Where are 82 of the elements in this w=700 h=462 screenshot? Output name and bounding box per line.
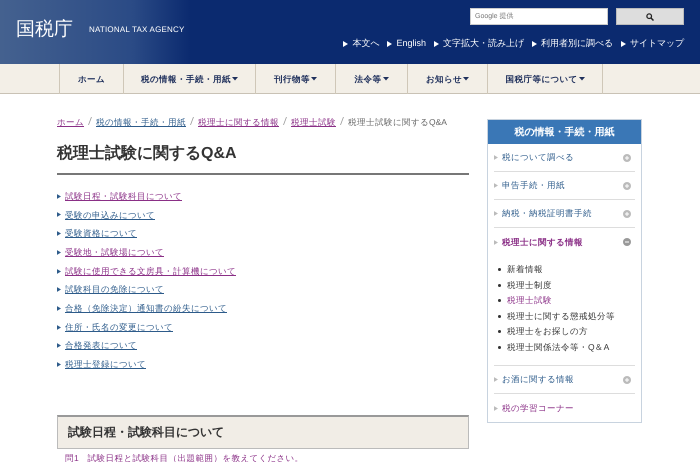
utility-link[interactable]: 本文へ xyxy=(352,37,380,50)
sidebar-sublink[interactable]: 税理士試験 xyxy=(507,294,552,308)
anchor-link[interactable]: 受験資格について xyxy=(65,227,137,240)
section-heading: 試験日程・試験科目について xyxy=(57,414,469,449)
anchor-link[interactable]: 合格（免除決定）通知書の紛失について xyxy=(65,302,227,315)
bullet-icon xyxy=(498,346,501,349)
expand-toggle-icon[interactable] xyxy=(623,154,631,162)
triangle-icon xyxy=(57,343,61,348)
site-logo[interactable]: 国税庁 xyxy=(16,16,73,44)
anchor-link[interactable]: 合格発表について xyxy=(65,339,137,352)
sidebar-link[interactable]: 納税・納税証明書手続 xyxy=(502,207,592,220)
triangle-icon xyxy=(434,40,439,47)
question-text: 問1 試験日程と試験科目（出題範囲）を教えてください。 xyxy=(64,452,305,462)
sidebar-link[interactable]: お酒に関する情報 xyxy=(502,373,574,386)
anchor-link[interactable]: 受験の申込みについて xyxy=(65,208,155,222)
bullet-icon xyxy=(498,330,501,334)
sidebar-sublink[interactable]: 税理士制度 xyxy=(507,278,552,292)
anchor-link[interactable]: 試験日程・試験科目について xyxy=(65,190,182,203)
triangle-icon xyxy=(57,287,61,292)
bullet-icon xyxy=(498,314,501,318)
utility-link[interactable]: English xyxy=(396,37,426,50)
triangle-icon xyxy=(57,231,61,236)
nav-menu-item[interactable]: 法令等 xyxy=(335,64,407,94)
nav-menu-item[interactable]: ホーム xyxy=(59,64,123,94)
triangle-icon xyxy=(494,155,498,160)
expand-toggle-icon[interactable] xyxy=(623,210,631,218)
sidebar-sublink[interactable]: 税理士関係法令等・Q＆A xyxy=(507,340,610,354)
sidebar-link[interactable]: 税理士に関する情報 xyxy=(502,236,583,248)
triangle-icon xyxy=(494,211,498,216)
breadcrumb-link[interactable]: 税理士試験 xyxy=(291,117,336,127)
slash-icon xyxy=(283,117,287,125)
sidebar-link[interactable]: 税の学習コーナー xyxy=(502,402,574,414)
bullet-icon xyxy=(498,268,501,272)
expand-toggle-icon[interactable] xyxy=(623,238,631,246)
search-icon xyxy=(646,12,654,20)
slash-icon xyxy=(190,117,194,125)
utility-link[interactable]: 文字拡大・読み上げ xyxy=(443,37,524,50)
triangle-icon xyxy=(57,250,61,255)
bullet-icon xyxy=(498,299,501,302)
triangle-icon xyxy=(57,212,61,218)
breadcrumb-link[interactable]: 税の情報・手続・用紙 xyxy=(96,117,186,127)
triangle-icon xyxy=(343,40,348,47)
nav-menu-item[interactable]: お知らせ xyxy=(407,64,487,94)
triangle-icon xyxy=(57,306,61,311)
breadcrumb-current: 税理士試験に関するQ&A xyxy=(348,117,447,127)
breadcrumb-link[interactable]: 税理士に関する情報 xyxy=(198,117,279,127)
sidebar-title: 税の情報・手続・用紙 xyxy=(488,120,641,144)
expand-toggle-icon[interactable] xyxy=(623,182,631,190)
triangle-icon xyxy=(494,183,498,188)
sidebar-link[interactable]: 申告手続・用紙 xyxy=(502,179,565,192)
sidebar-sublink[interactable]: 税理士に関する懲戒処分等 xyxy=(507,310,615,323)
triangle-icon xyxy=(494,240,498,244)
triangle-icon xyxy=(57,324,61,330)
breadcrumb-link[interactable]: ホーム xyxy=(57,117,84,127)
nav-menu-item[interactable]: 国税庁等について xyxy=(487,64,603,94)
anchor-link[interactable]: 試験に使用できる文房具・計算機について xyxy=(65,264,236,278)
triangle-icon xyxy=(494,377,498,382)
nav-menu-item[interactable]: 税の情報・手続・用紙 xyxy=(123,64,255,94)
bullet-icon xyxy=(498,284,501,287)
anchor-link[interactable]: 住所・氏名の変更について xyxy=(65,320,173,334)
triangle-icon xyxy=(621,40,626,47)
anchor-link[interactable]: 試験科目の免除について xyxy=(65,283,164,296)
anchor-link[interactable]: 税理士登録について xyxy=(65,358,146,371)
page-title: 税理士試験に関するQ&A xyxy=(57,144,238,163)
triangle-icon xyxy=(494,406,498,410)
utility-link[interactable]: サイトマップ xyxy=(630,37,684,50)
search-button[interactable] xyxy=(616,8,684,25)
nav-menu-item[interactable]: 刊行物等 xyxy=(255,64,335,94)
anchor-link[interactable]: 受験地・試験場について xyxy=(65,246,164,259)
expand-toggle-icon[interactable] xyxy=(623,376,631,384)
site-logo-subtitle: NATIONAL TAX AGENCY xyxy=(89,24,185,36)
triangle-icon xyxy=(57,194,61,199)
sidebar-sublink[interactable]: 税理士をお探しの方 xyxy=(507,325,588,338)
sidebar-link[interactable]: 税について調べる xyxy=(502,151,574,164)
sidebar-sublink[interactable]: 新着情報 xyxy=(507,263,543,276)
triangle-icon xyxy=(57,268,61,274)
slash-icon xyxy=(88,117,92,125)
slash-icon xyxy=(340,117,344,125)
triangle-icon xyxy=(387,40,392,47)
utility-link[interactable]: 利用者別に調べる xyxy=(541,37,613,50)
triangle-icon xyxy=(532,40,537,47)
triangle-icon xyxy=(57,362,61,367)
